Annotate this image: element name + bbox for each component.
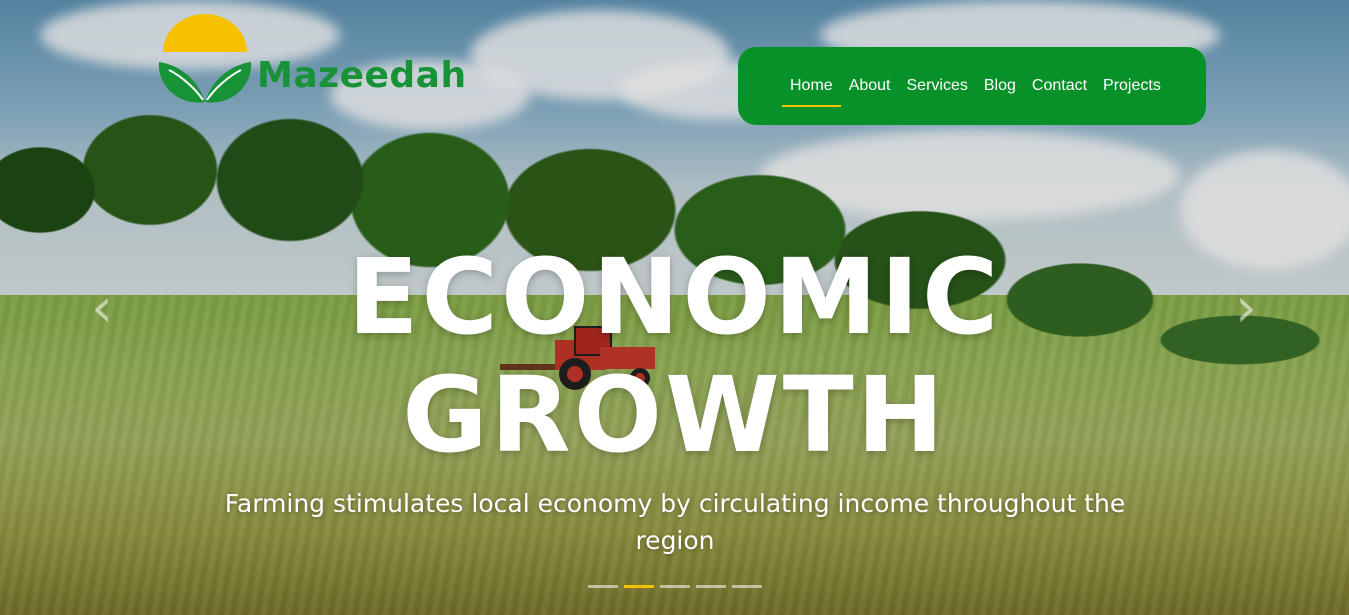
carousel-indicator[interactable] bbox=[696, 585, 726, 588]
carousel-indicators bbox=[588, 585, 762, 588]
nav-item-blog[interactable]: Blog bbox=[976, 47, 1024, 125]
nav-item-home[interactable]: Home bbox=[782, 47, 841, 125]
carousel-indicator-active[interactable] bbox=[624, 585, 654, 588]
nav-item-contact[interactable]: Contact bbox=[1024, 47, 1095, 125]
carousel-indicator[interactable] bbox=[732, 585, 762, 588]
sun-leaves-logo-icon bbox=[158, 14, 252, 103]
headline-line-2: GROWTH bbox=[402, 354, 947, 476]
carousel-indicator[interactable] bbox=[660, 585, 690, 588]
slide-headline: ECONOMIC GROWTH bbox=[0, 238, 1349, 474]
carousel-indicator[interactable] bbox=[588, 585, 618, 588]
brand-logo[interactable]: Mazeedah bbox=[155, 14, 467, 116]
slide-subtitle: Farming stimulates local economy by circ… bbox=[224, 489, 1126, 555]
headline-line-1: ECONOMIC bbox=[347, 236, 1002, 358]
nav-item-services[interactable]: Services bbox=[899, 47, 976, 125]
hero-carousel: Mazeedah Home About Services Blog Contac… bbox=[0, 0, 1349, 615]
brand-name: Mazeedah bbox=[257, 55, 467, 96]
nav-item-about[interactable]: About bbox=[841, 47, 899, 125]
nav-item-projects[interactable]: Projects bbox=[1095, 47, 1169, 125]
main-navigation: Home About Services Blog Contact Project… bbox=[738, 47, 1206, 125]
